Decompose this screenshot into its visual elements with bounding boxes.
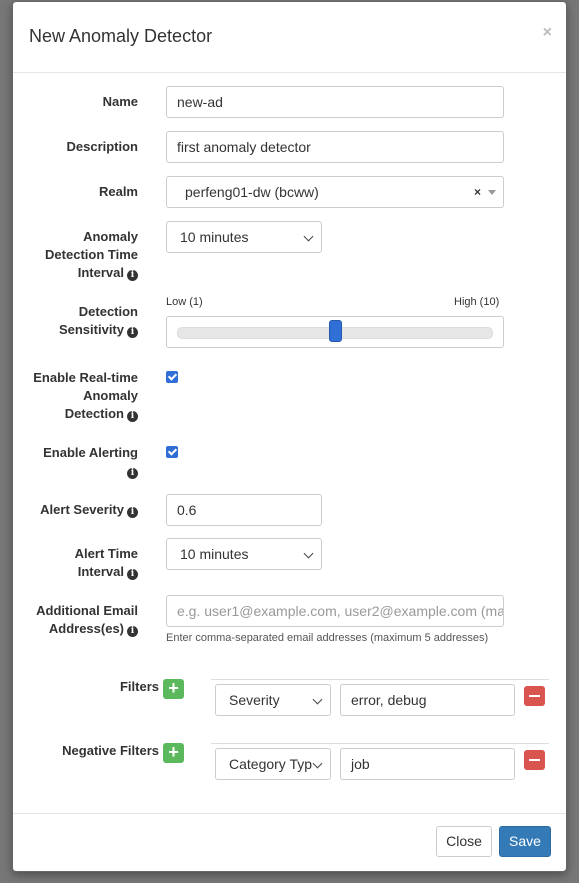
new-anomaly-detector-modal: New Anomaly Detector × Name new-ad Descr… [12, 1, 567, 872]
save-button[interactable]: Save [499, 826, 551, 857]
alerting-label-text: Enable Alerting [43, 445, 138, 460]
description-input[interactable]: first anomaly detector [166, 131, 504, 163]
detection-interval-label-line2: Detection Time [45, 247, 138, 262]
remove-negative-filter-button[interactable] [524, 750, 545, 770]
filters-label: Filters [119, 679, 159, 694]
plus-icon: + [168, 678, 179, 698]
filter-value-input[interactable]: error, debug [340, 684, 515, 716]
sensitivity-high-label: High (10) [454, 296, 500, 308]
emails-help-text: Enter comma-separated email addresses (m… [166, 632, 489, 644]
alert-interval-label: Alert Time Interval i [13, 545, 138, 581]
alert-severity-input[interactable]: 0.6 [166, 494, 322, 526]
filters-divider [211, 679, 549, 680]
name-label: Name [102, 94, 138, 109]
detection-interval-label: Anomaly Detection Time Interval i [13, 228, 138, 282]
detection-interval-label-line3: Interval [77, 265, 124, 280]
caret-down-icon[interactable] [488, 190, 496, 195]
filter-field-value: Severity [229, 692, 280, 708]
sensitivity-label: Detection Sensitivity i [13, 303, 138, 339]
negative-filter-field-select[interactable]: Category Typ [215, 748, 331, 780]
info-icon[interactable]: i [127, 626, 138, 637]
realtime-label-line1: Enable Real-time [33, 370, 138, 385]
alerting-label: Enable Alerting i [13, 444, 138, 480]
chevron-down-icon [312, 758, 323, 769]
chevron-down-icon [303, 231, 314, 242]
realtime-checkbox[interactable] [166, 371, 178, 383]
negative-filter-field-value: Category Typ [229, 756, 313, 772]
info-icon[interactable]: i [127, 270, 138, 281]
negative-filter-value-input[interactable]: job [340, 748, 515, 780]
realtime-label: Enable Real-time Anomaly Detection i [13, 369, 138, 423]
modal-header: New Anomaly Detector × [13, 2, 566, 73]
remove-filter-button[interactable] [524, 686, 545, 706]
negative-filters-label: Negative Filters [62, 743, 159, 758]
alert-interval-value: 10 minutes [180, 546, 249, 562]
info-icon[interactable]: i [127, 507, 138, 518]
name-input[interactable]: new-ad [166, 86, 504, 118]
realm-value: perfeng01-dw (bcww) [185, 184, 319, 200]
realm-select[interactable]: perfeng01-dw (bcww) × [166, 176, 504, 208]
chevron-down-icon [303, 548, 314, 559]
alert-interval-label-line2: Interval [77, 564, 124, 579]
info-icon[interactable]: i [127, 569, 138, 580]
plus-icon: + [168, 742, 179, 762]
description-label: Description [66, 139, 138, 154]
info-icon[interactable]: i [127, 327, 138, 338]
sensitivity-slider-handle[interactable] [328, 320, 342, 342]
alert-severity-label-text: Alert Severity [40, 502, 124, 517]
add-filter-button[interactable]: + [163, 679, 184, 699]
clear-icon[interactable]: × [474, 177, 481, 207]
filter-field-select[interactable]: Severity [215, 684, 331, 716]
sensitivity-low-label: Low (1) [166, 296, 203, 308]
realtime-label-line3: Detection [64, 406, 124, 421]
emails-label-line2: Address(es) [48, 621, 124, 636]
realm-label: Realm [98, 184, 138, 199]
alerting-checkbox[interactable] [166, 446, 178, 458]
realtime-label-line2: Anomaly [83, 388, 138, 403]
detection-interval-label-line1: Anomaly [83, 229, 138, 244]
info-icon[interactable]: i [127, 411, 138, 422]
modal-title: New Anomaly Detector [29, 26, 213, 46]
chevron-down-icon [312, 694, 323, 705]
alert-interval-select[interactable]: 10 minutes [166, 538, 322, 570]
alert-interval-label-line1: Alert Time [74, 546, 138, 561]
detection-interval-value: 10 minutes [180, 229, 249, 245]
detection-interval-select[interactable]: 10 minutes [166, 221, 322, 253]
sensitivity-label-line2: Sensitivity [58, 322, 124, 337]
negative-filters-divider [211, 743, 549, 744]
close-button[interactable]: Close [436, 826, 492, 857]
close-icon[interactable]: × [543, 24, 552, 42]
sensitivity-label-line1: Detection [78, 304, 138, 319]
alert-severity-label: Alert Severity i [13, 501, 138, 519]
modal-footer: Close Save [13, 813, 566, 871]
info-icon[interactable]: i [127, 468, 138, 479]
emails-label-line1: Additional Email [36, 603, 138, 618]
emails-label: Additional Email Address(es) i [13, 602, 138, 638]
add-negative-filter-button[interactable]: + [163, 743, 184, 763]
sensitivity-slider-box [166, 316, 504, 348]
emails-input[interactable]: e.g. user1@example.com, user2@example.co… [166, 595, 504, 627]
